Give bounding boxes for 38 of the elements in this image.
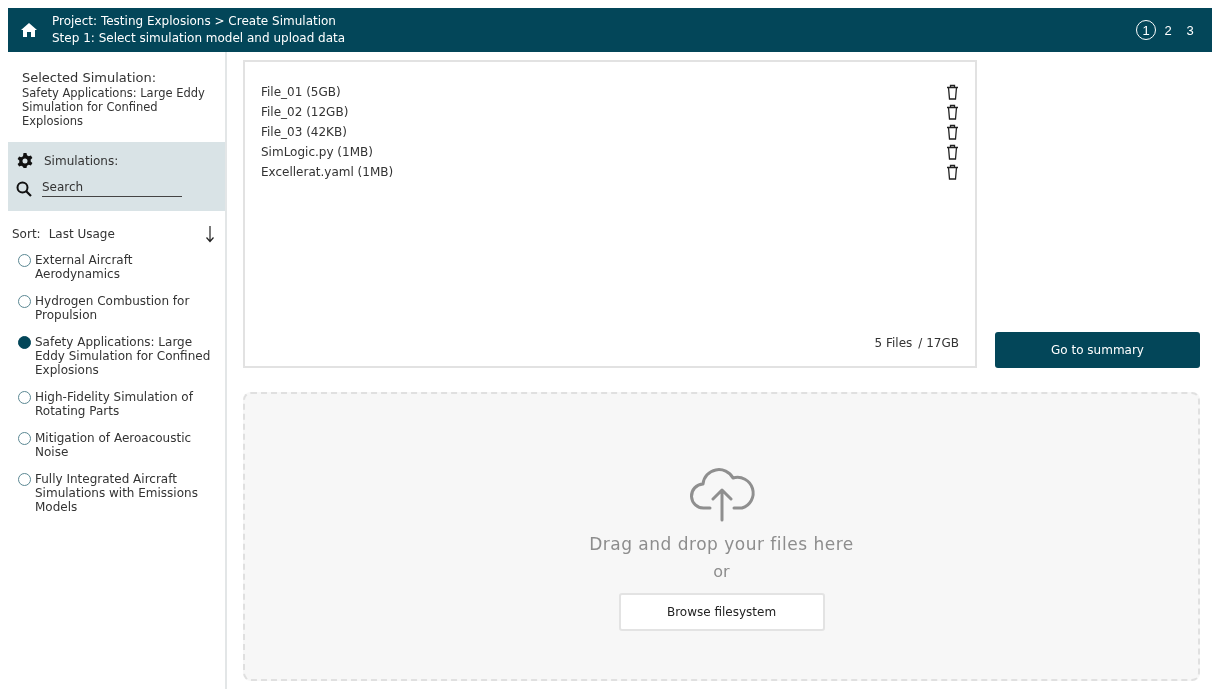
home-icon[interactable] xyxy=(20,22,38,38)
search-field[interactable]: Search xyxy=(42,180,182,197)
trash-icon[interactable] xyxy=(946,164,959,180)
file-name: Excellerat.yaml (1MB) xyxy=(261,165,394,179)
trash-icon[interactable] xyxy=(946,124,959,140)
browse-button[interactable]: Browse filesystem xyxy=(618,593,825,631)
file-name: SimLogic.py (1MB) xyxy=(261,145,373,159)
selected-simulation-name: Safety Applications: Large Eddy Simulation for Confined Explosions xyxy=(22,86,206,128)
simulation-option[interactable]: Fully Integrated Aircraft Simulations with Emissions Models xyxy=(35,472,217,514)
step-indicator[interactable]: 3 xyxy=(1180,20,1200,40)
trash-icon[interactable] xyxy=(946,144,959,160)
sort-value[interactable]: Last Usage xyxy=(48,227,197,241)
step-subtitle: Step 1: Select simulation model and upload data xyxy=(52,30,347,47)
step-indicator[interactable]: 2 xyxy=(1158,20,1178,40)
simulation-option[interactable]: Hydrogen Combustion for Propulsion xyxy=(35,294,217,322)
simulation-option[interactable]: External Aircraft Aerodynamics xyxy=(35,253,217,281)
drop-instructions: Drag and drop your files here xyxy=(589,534,854,554)
simulations-heading: Simulations: xyxy=(44,154,119,168)
file-name: File_01 (5GB) xyxy=(261,85,341,99)
file-count: 5 Files xyxy=(874,336,913,350)
file-total-size: / 17GB xyxy=(918,336,959,350)
file-name: File_03 (42KB) xyxy=(261,125,347,139)
drop-zone[interactable]: Drag and drop your files here or Browse filesystem xyxy=(243,392,1200,681)
file-name: File_02 (12GB) xyxy=(261,105,349,119)
sort-label: Sort: xyxy=(12,227,41,241)
simulation-option[interactable]: Safety Applications: Large Eddy Simulation for Confined Explosions xyxy=(35,335,217,377)
trash-icon[interactable] xyxy=(946,104,959,120)
summary-button[interactable]: Go to summary xyxy=(995,332,1200,368)
simulation-option[interactable]: Mitigation of Aeroacoustic Noise xyxy=(35,431,217,459)
or-text: or xyxy=(713,562,730,581)
trash-icon[interactable] xyxy=(946,84,959,100)
breadcrumb: Project: Testing Explosions > Create Simulation xyxy=(52,13,337,30)
gear-icon xyxy=(16,152,34,170)
search-icon xyxy=(16,180,32,197)
selected-simulation-label: Selected Simulation: xyxy=(22,70,158,86)
sort-arrow-icon[interactable] xyxy=(205,225,215,243)
radio-button[interactable] xyxy=(18,336,31,349)
simulation-option[interactable]: High-Fidelity Simulation of Rotating Parts xyxy=(35,390,217,418)
